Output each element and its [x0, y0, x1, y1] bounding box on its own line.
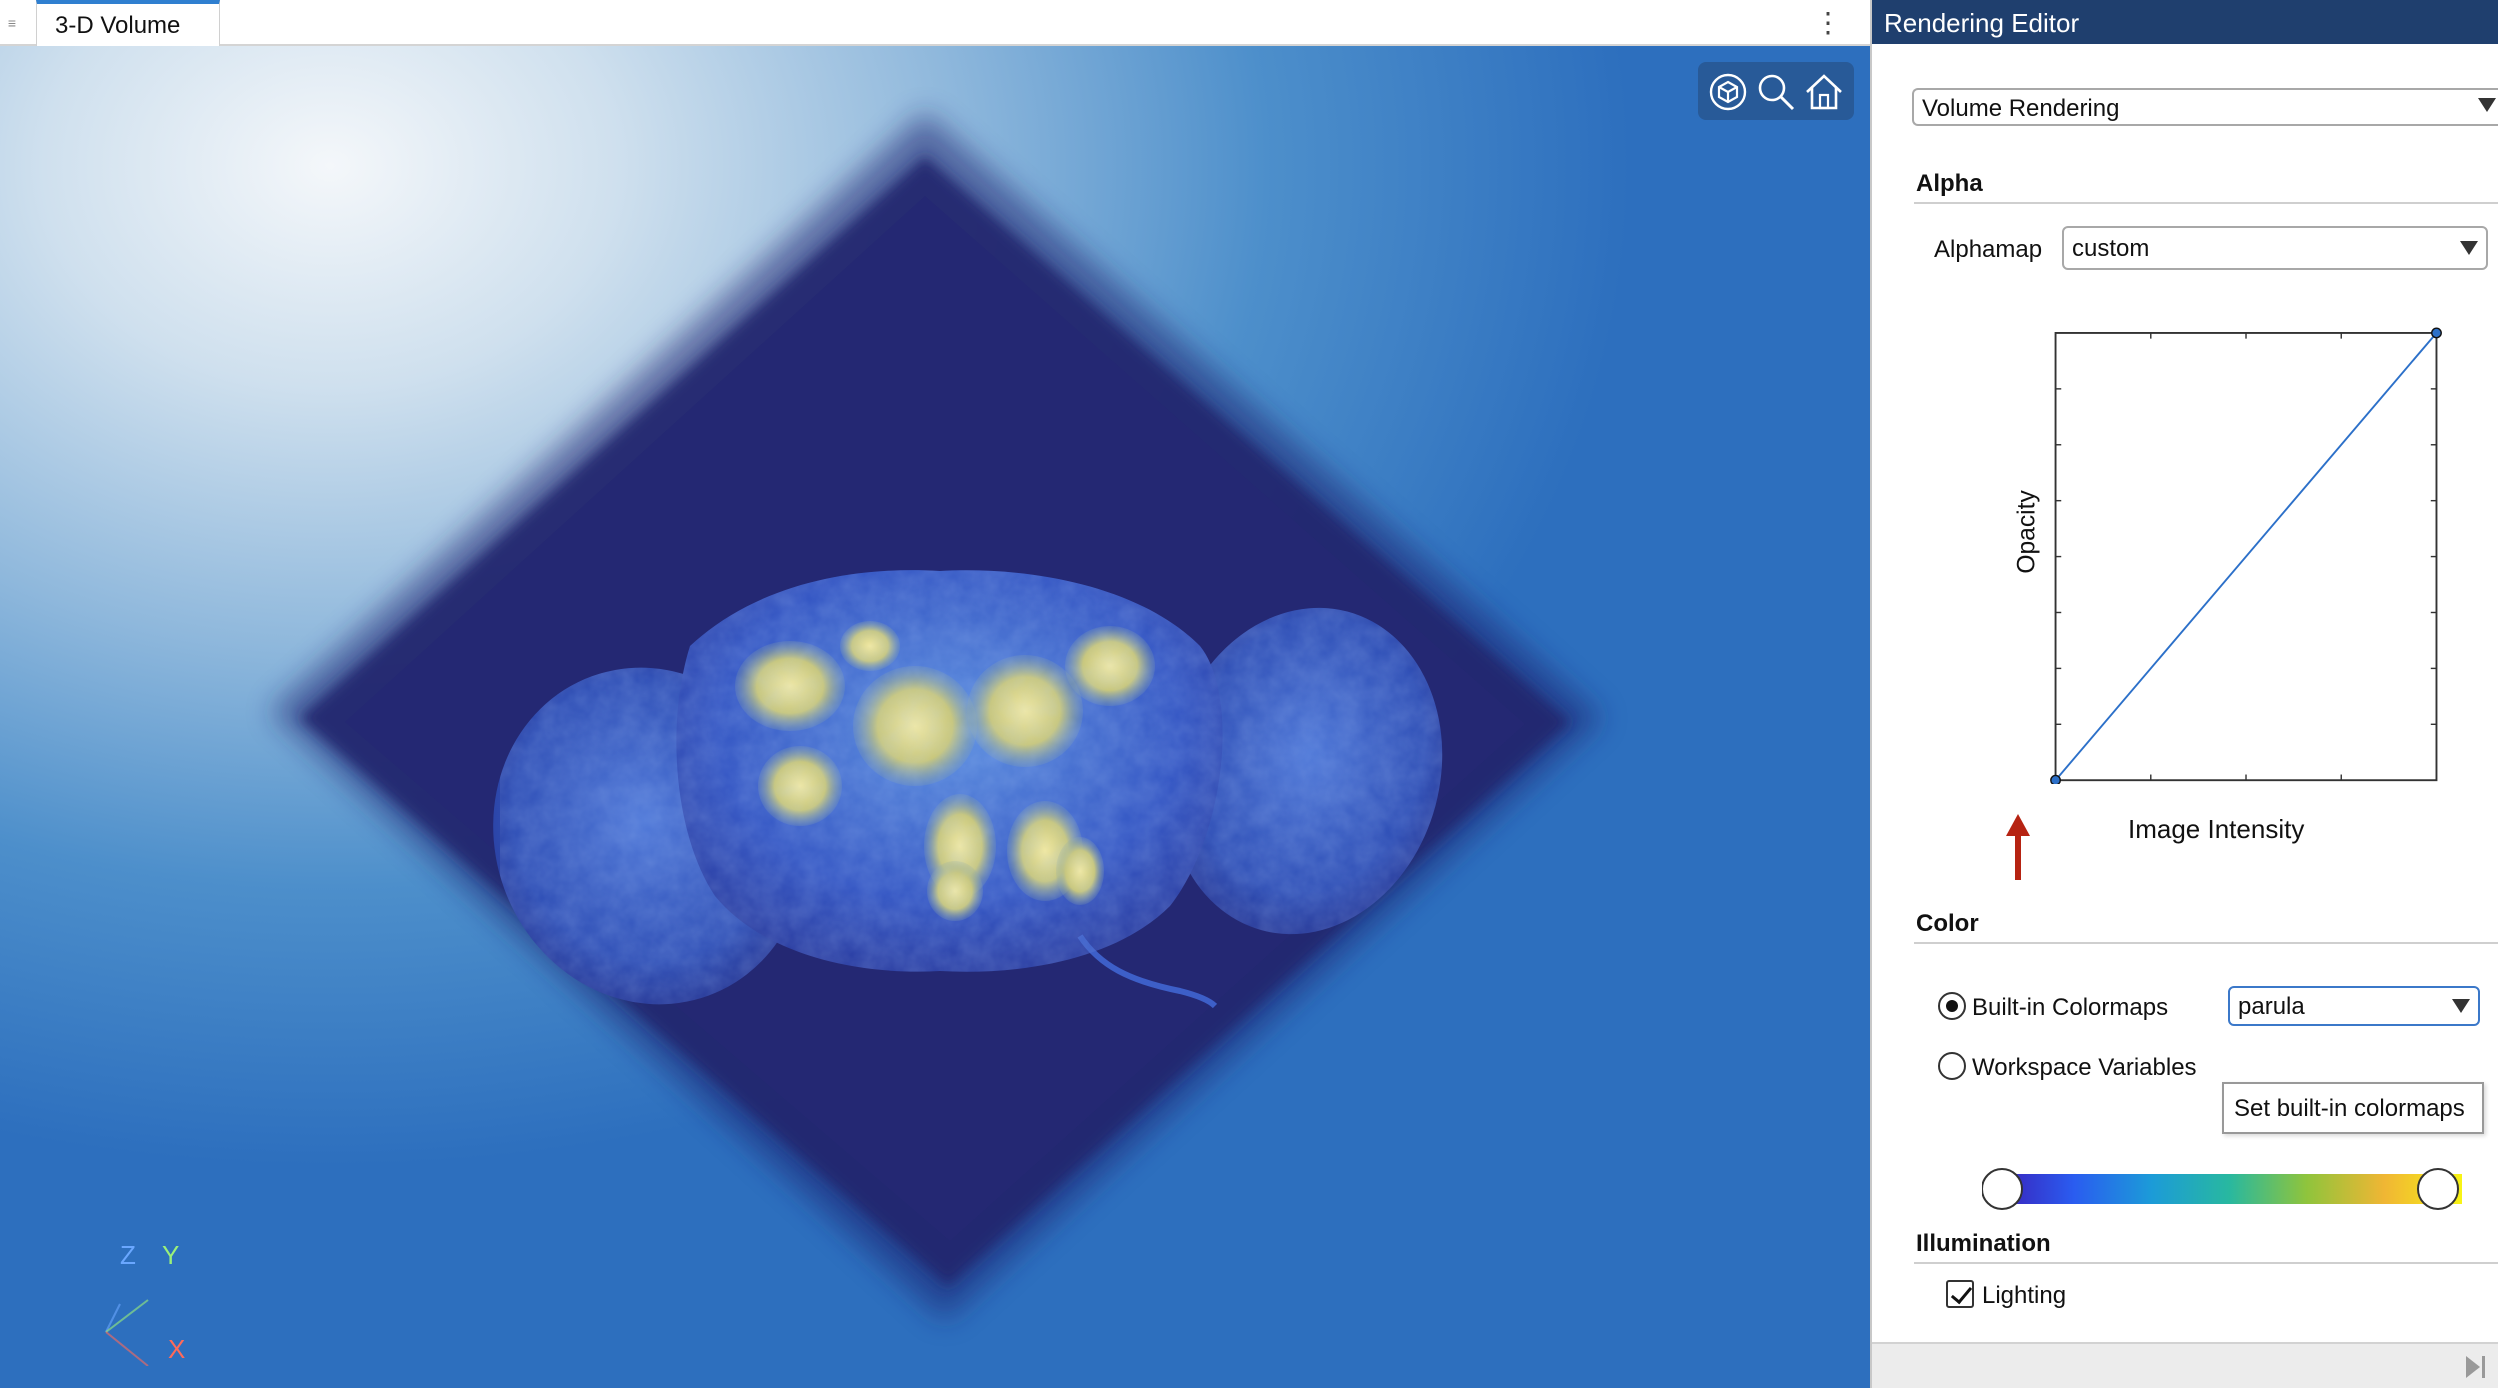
color-section-divider [1914, 942, 2498, 944]
illumination-section-title: Illumination [1916, 1230, 2051, 1257]
alpha-control-point[interactable] [2431, 327, 2442, 339]
chevron-down-icon [2478, 98, 2496, 112]
alphamap-dropdown[interactable]: custom [2062, 226, 2488, 270]
editor-body: Volume Rendering Alpha Alphamap custom O… [1872, 44, 2498, 1342]
grip-icon[interactable]: ≡ [6, 12, 18, 34]
app-window: ≡ 3-D Volume ⋮ Z Y X Rendering Editor Vo… [0, 0, 2498, 1388]
tab-3d-volume[interactable]: 3-D Volume [36, 0, 220, 46]
illumination-section-divider [1914, 1262, 2498, 1264]
color-section-title: Color [1916, 910, 1979, 937]
tab-label: 3-D Volume [55, 12, 181, 39]
opacity-axis-label: Opacity [2014, 490, 2041, 574]
alphamap-plot[interactable]: Opacity [1922, 314, 2462, 784]
alphamap-label: Alphamap [1934, 236, 2043, 263]
colormap-left-handle[interactable] [1982, 1168, 2023, 1210]
alpha-section-divider [1914, 202, 2498, 204]
view-toolbar [1698, 62, 1854, 120]
editor-title: Rendering Editor [1884, 8, 2080, 38]
rendering-editor-panel: Rendering Editor Volume Rendering Alpha … [1870, 0, 2498, 1388]
more-options-icon[interactable]: ⋮ [1814, 6, 1842, 40]
document-tab-bar: ≡ 3-D Volume ⋮ [0, 0, 1870, 46]
alphamap-value: custom [2072, 235, 2150, 262]
zoom-icon[interactable] [1754, 70, 1798, 114]
alpha-section-title: Alpha [1916, 170, 1983, 197]
rotate-3d-icon[interactable] [1706, 70, 1750, 114]
x-axis-label: X [168, 1334, 185, 1364]
workspace-variables-radio[interactable] [1938, 1052, 1966, 1080]
render-style-value: Volume Rendering [1922, 95, 2120, 122]
colormap-right-handle[interactable] [2417, 1168, 2459, 1210]
builtin-colormaps-radio[interactable] [1938, 992, 1966, 1020]
editor-header: Rendering Editor [1872, 0, 2498, 44]
volume-viewport[interactable]: Z Y X [0, 46, 1870, 1388]
chevron-down-icon [2460, 241, 2478, 255]
colormap-tooltip: Set built-in colormaps [2222, 1082, 2484, 1134]
workspace-variables-label: Workspace Variables [1972, 1054, 2197, 1081]
editor-footer [1872, 1342, 2498, 1388]
orientation-axes: Z Y X [105, 1240, 185, 1366]
alpha-control-point[interactable] [2050, 774, 2061, 784]
colormap-value: parula [2238, 993, 2305, 1020]
collapse-panel-icon[interactable] [2464, 1354, 2488, 1380]
y-axis-label: Y [162, 1240, 179, 1270]
lighting-label: Lighting [1982, 1282, 2067, 1309]
colormap-bar[interactable] [1982, 1164, 2482, 1214]
intensity-marker-arrow-icon[interactable] [2004, 814, 2032, 880]
builtin-colormaps-label: Built-in Colormaps [1972, 994, 2169, 1021]
intensity-axis-label: Image Intensity [2128, 814, 2305, 844]
lighting-checkbox[interactable] [1946, 1280, 1974, 1308]
tooltip-text: Set built-in colormaps [2234, 1095, 2465, 1122]
colormap-gradient [1996, 1174, 2462, 1204]
chevron-down-icon [2452, 999, 2470, 1013]
x-axis-line [105, 1331, 149, 1366]
home-icon[interactable] [1802, 70, 1846, 114]
z-axis-label: Z [120, 1240, 136, 1270]
volume-scene[interactable] [0, 46, 1870, 1388]
y-axis-line [105, 1299, 149, 1333]
colormap-dropdown[interactable]: parula [2228, 986, 2480, 1026]
render-style-dropdown[interactable]: Volume Rendering [1912, 88, 2498, 126]
